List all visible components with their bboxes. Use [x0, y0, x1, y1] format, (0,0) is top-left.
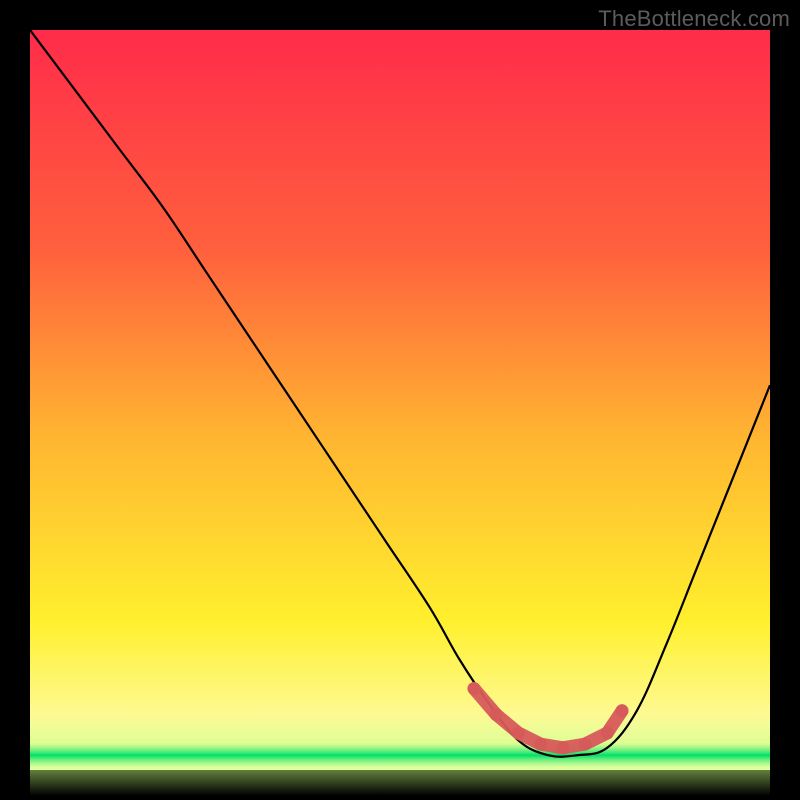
marker-point	[534, 738, 547, 751]
marker-point	[616, 704, 629, 717]
watermark-text: TheBottleneck.com	[598, 6, 790, 32]
marker-point	[468, 682, 481, 695]
chart-frame: TheBottleneck.com	[0, 0, 800, 800]
bottleneck-chart	[0, 0, 800, 800]
marker-point	[579, 738, 592, 751]
optimal-band	[30, 715, 770, 796]
marker-point	[512, 727, 525, 740]
marker-point	[601, 727, 614, 740]
marker-point	[556, 741, 569, 754]
marker-point	[490, 708, 503, 721]
plot-background	[30, 30, 770, 770]
